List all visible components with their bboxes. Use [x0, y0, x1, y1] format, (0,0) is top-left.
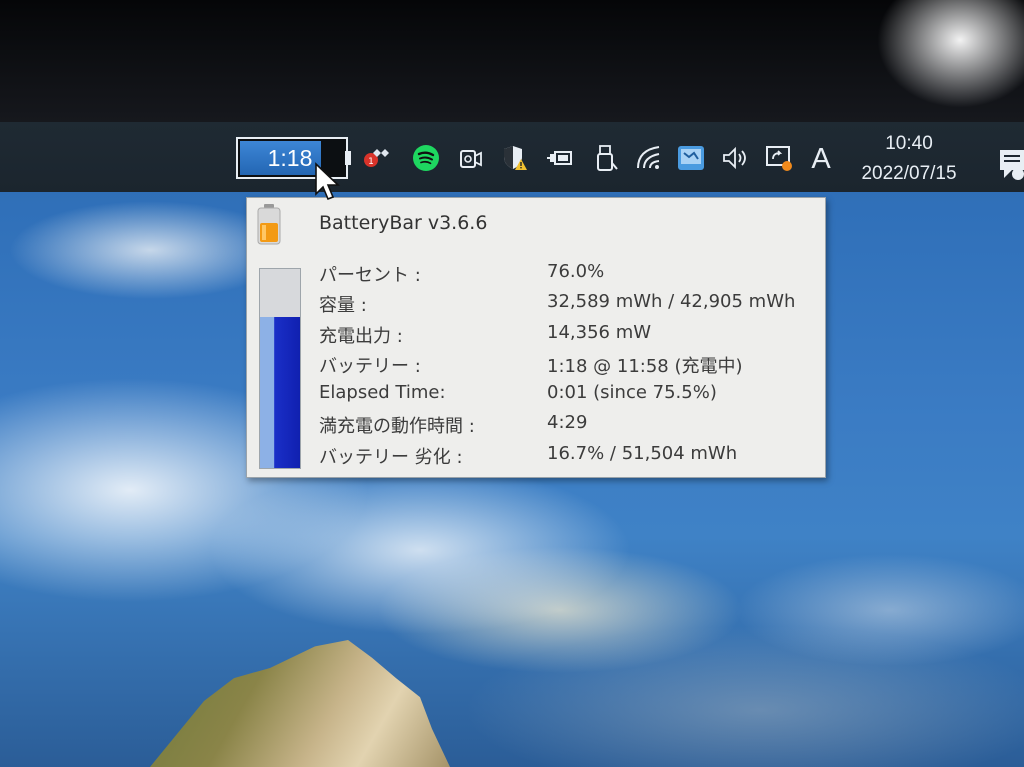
info-value: 1:18 @ 11:58 (充電中)	[547, 355, 743, 377]
batterybar-terminal-nub	[345, 151, 351, 165]
info-label: バッテリー :	[319, 355, 421, 377]
info-row: 充電出力 : 14,356 mW	[319, 319, 819, 349]
battery-level-gauge	[259, 268, 301, 469]
info-value: 16.7% / 51,504 mWh	[547, 442, 738, 464]
info-value: 0:01 (since 75.5%)	[547, 382, 717, 404]
info-label: 満充電の動作時間 :	[319, 416, 475, 438]
ime-indicator[interactable]: A	[806, 140, 836, 178]
popup-title: BatteryBar v3.6.6	[319, 212, 488, 234]
info-label: バッテリー 劣化 :	[319, 446, 463, 468]
info-row: 容量 : 32,589 mWh / 42,905 mWh	[319, 288, 819, 318]
svg-text:1: 1	[368, 157, 374, 167]
network-app-icon[interactable]	[674, 140, 708, 176]
info-row: Elapsed Time: 0:01 (since 75.5%)	[319, 379, 819, 409]
info-value: 14,356 mW	[547, 321, 652, 343]
info-value: 76.0%	[547, 261, 605, 282]
info-label: Elapsed Time:	[319, 382, 446, 404]
power-plug-battery-icon[interactable]	[542, 140, 576, 176]
info-row: パーセント : 76.0%	[319, 258, 819, 288]
battery-app-icon	[255, 203, 283, 247]
notification-center-icon[interactable]	[994, 144, 1024, 180]
usb-eject-icon[interactable]	[588, 140, 622, 176]
backup-sync-icon[interactable]	[762, 140, 796, 176]
battery-level-fill	[260, 317, 300, 468]
screen-bezel	[0, 0, 1024, 122]
camera-icon[interactable]	[454, 140, 488, 176]
spotify-icon[interactable]	[409, 140, 443, 176]
security-shield-warning-icon[interactable]	[498, 140, 532, 176]
volume-icon[interactable]	[718, 140, 752, 176]
info-value: 4:29	[547, 412, 588, 434]
clock-date: 2022/07/15	[861, 163, 957, 184]
info-row: バッテリー : 1:18 @ 11:58 (充電中)	[319, 349, 819, 379]
wifi-icon[interactable]	[632, 140, 666, 176]
info-row: 満充電の動作時間 : 4:29	[319, 409, 819, 439]
info-label: 充電出力 :	[319, 325, 403, 347]
taskbar-clock[interactable]: 10:40 2022/07/15	[848, 130, 970, 190]
batterybar-popup: BatteryBar v3.6.6 パーセント : 76.0% 容量 : 32,…	[246, 197, 826, 478]
info-label: 容量 :	[319, 295, 367, 317]
info-value: 32,589 mWh / 42,905 mWh	[547, 291, 796, 313]
batterycare-icon[interactable]: 1	[360, 140, 394, 176]
mouse-cursor-icon	[314, 162, 342, 206]
info-row: バッテリー 劣化 : 16.7% / 51,504 mWh	[319, 440, 819, 470]
info-label: パーセント :	[319, 265, 421, 286]
clock-time: 10:40	[885, 133, 933, 154]
battery-info-table: パーセント : 76.0% 容量 : 32,589 mWh / 42,905 m…	[319, 258, 819, 470]
